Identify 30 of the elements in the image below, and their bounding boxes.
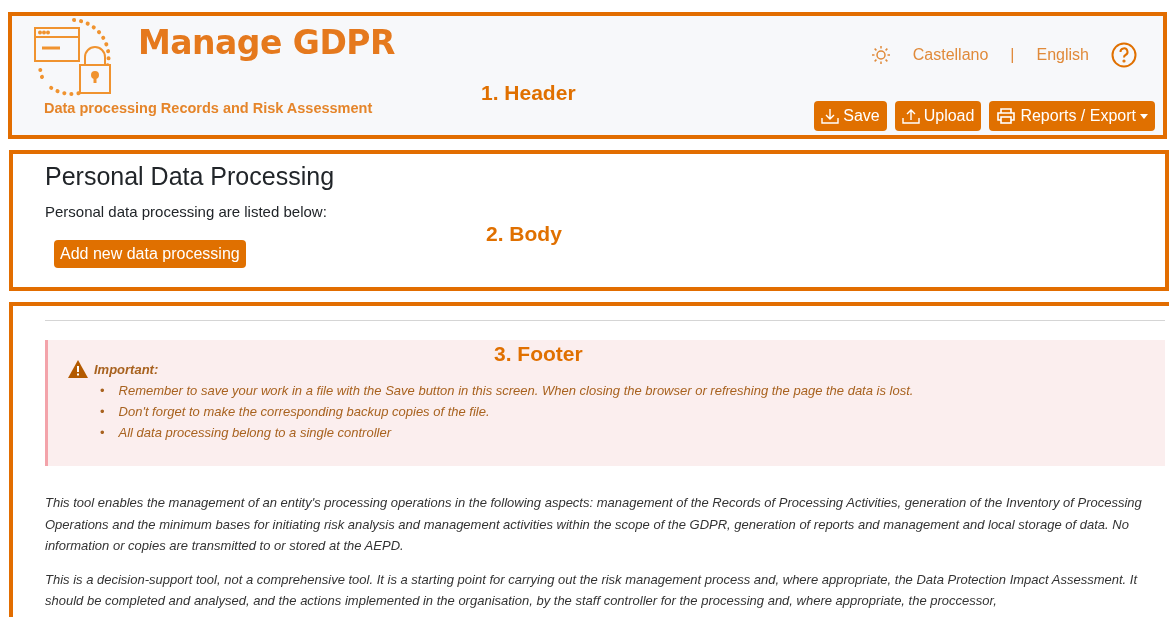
warning-icon xyxy=(68,360,88,378)
section-label: 2. Body xyxy=(486,222,562,246)
app-title: Manage GDPR xyxy=(138,23,395,62)
sun-icon[interactable] xyxy=(870,45,891,65)
info-paragraph: This is a decision-support tool, not a comprehensive tool. It is a starting point for carrying out the risk management process and, where appropriate, the Data Protection Impact Assessment. It should be completed and analysed, and the actions implemented in the organisation, by the staff controller for the processing and, where appropriate, the proccessor, xyxy=(45,570,1139,610)
bullet: • xyxy=(100,403,105,421)
help-icon[interactable] xyxy=(1111,42,1137,68)
alert-item: All data processing belong to a single controller xyxy=(118,424,391,442)
page-description: Personal data processing are listed below: xyxy=(45,203,327,220)
section-label: 1. Header xyxy=(481,81,576,105)
alert-title: Important: xyxy=(94,361,159,377)
separator: | xyxy=(1010,46,1015,64)
caret-icon xyxy=(1140,113,1148,119)
section-label: 3. Footer xyxy=(494,342,583,366)
alert-item: Don't forget to make the corresponding backup copies of the file. xyxy=(118,403,490,421)
alert-item: Remember to save your work in a file with the Save button in this screen. When closing the browser or refreshing the page the data is lost. xyxy=(118,382,914,400)
upload-button[interactable]: Upload xyxy=(894,101,982,131)
reports-export-button[interactable]: Reports / Export xyxy=(989,101,1155,131)
download-icon xyxy=(821,107,840,125)
bullet: • xyxy=(100,424,105,442)
page-heading: Personal Data Processing xyxy=(45,162,335,191)
info-paragraph: This tool enables the management of an entity's processing operations in the following aspects: management of the Records of Processing Activities, generation of the Inventory of Processing Operations and the minimum bases for initiating risk analysis and management activities within the scope of the GDPR, generation of reports and management and local storage of data. No information or copies are transmitted to or stored at the AEPD. xyxy=(45,494,1143,555)
language-link[interactable]: Castellano xyxy=(912,46,989,64)
app-subtitle: Data processing Records and Risk Assessment xyxy=(44,100,374,116)
bullet: • xyxy=(100,382,105,400)
upload-icon xyxy=(901,107,920,125)
language-link[interactable]: English xyxy=(1036,46,1089,64)
printer-icon xyxy=(996,107,1017,125)
save-button[interactable]: Save xyxy=(814,101,887,131)
add-processing-button[interactable]: Add new data processing xyxy=(54,240,246,268)
